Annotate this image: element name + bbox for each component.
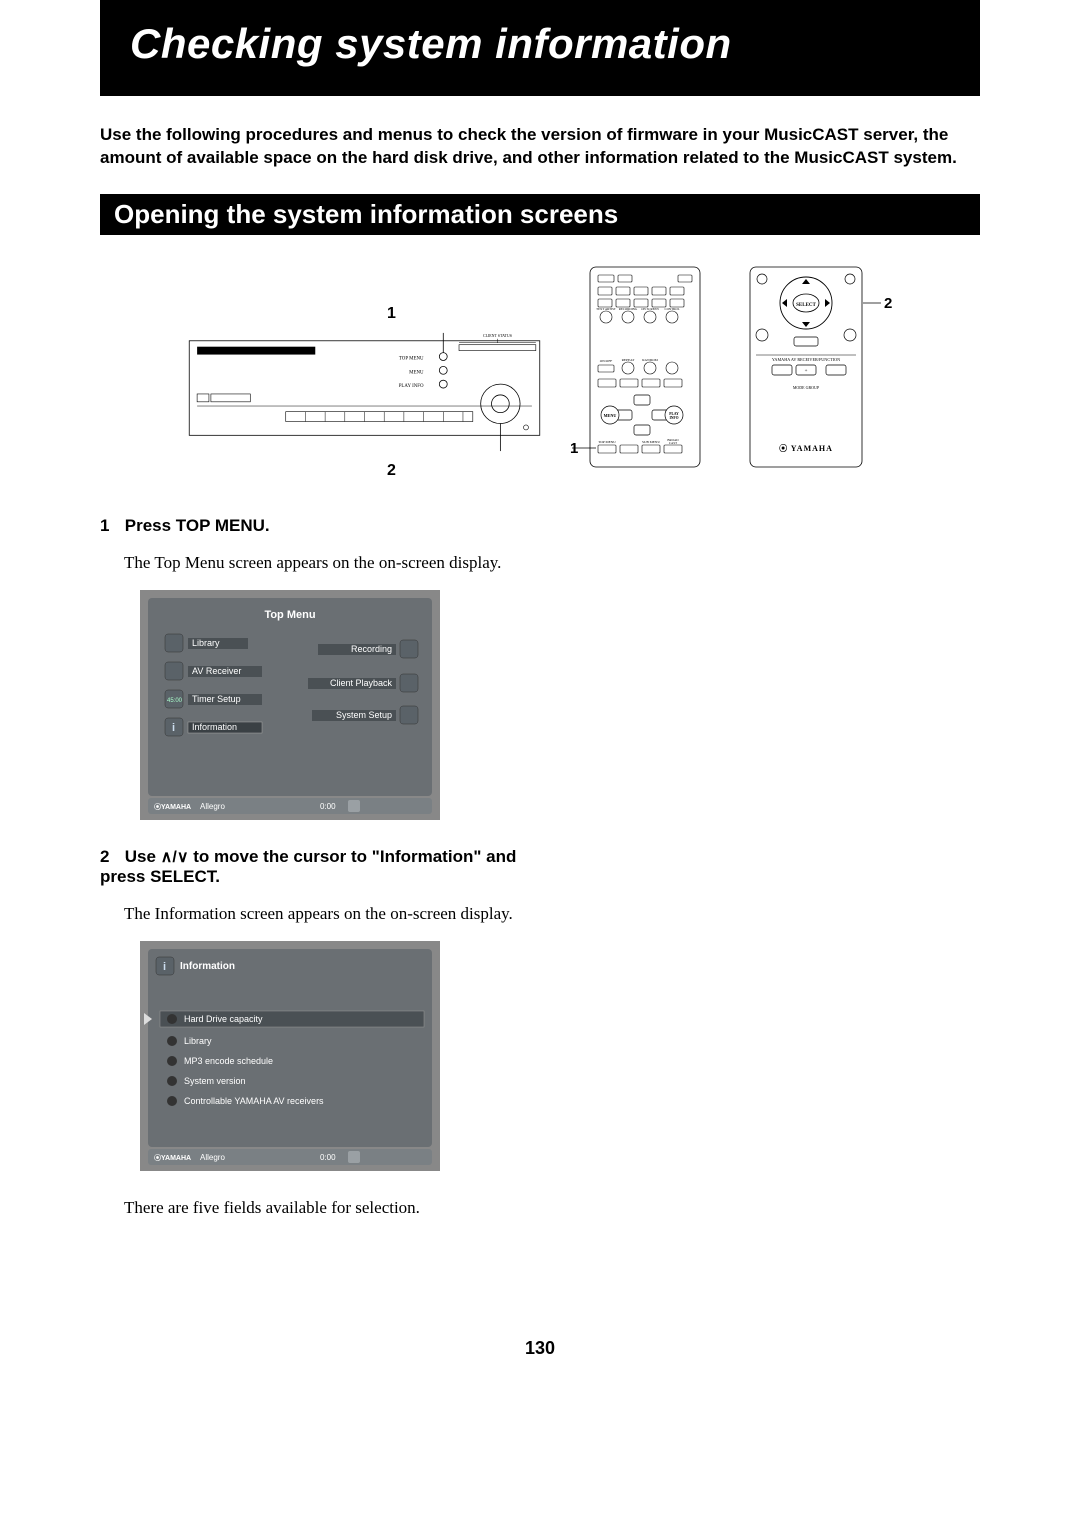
- svg-text:+: +: [805, 369, 808, 374]
- svg-text:Hard Drive capacity: Hard Drive capacity: [184, 1014, 263, 1024]
- svg-text:TEXT ARTIST: TEXT ARTIST: [596, 307, 616, 311]
- svg-text:Controllable YAMAHA AV receive: Controllable YAMAHA AV receivers: [184, 1096, 324, 1106]
- section-heading: Opening the system information screens: [100, 194, 980, 235]
- svg-text:Allegro: Allegro: [200, 1153, 225, 1162]
- svg-text:REPEAT: REPEAT: [622, 358, 636, 362]
- svg-text:Recording: Recording: [351, 644, 392, 654]
- remote2-svg: SELECT YAMAHA AV RECEIVER/FUNCTION + MOD…: [748, 265, 893, 475]
- intro-paragraph: Use the following procedures and menus t…: [100, 124, 980, 170]
- svg-text:MP3 encode schedule: MP3 encode schedule: [184, 1056, 273, 1066]
- svg-text:CLIENT STATUS: CLIENT STATUS: [483, 333, 512, 338]
- step-2-body: The Information screen appears on the on…: [124, 904, 980, 924]
- svg-text:⦿YAMAHA: ⦿YAMAHA: [154, 802, 191, 811]
- svg-text:AV Receiver: AV Receiver: [192, 666, 241, 676]
- svg-text:Allegro: Allegro: [200, 802, 225, 811]
- unit-svg: TOP MENU MENU PLAY INFO: [187, 327, 542, 455]
- server-unit-diagram: 1 TOP MENU MENU PLAY INFO: [187, 311, 542, 480]
- svg-text:CONTROL: CONTROL: [664, 307, 679, 311]
- svg-text:TOP MENU: TOP MENU: [598, 440, 616, 444]
- step-2-extra: There are five fields available for sele…: [124, 1198, 980, 1218]
- svg-text:CAST: CAST: [669, 441, 677, 445]
- svg-text:MODE GROUP: MODE GROUP: [793, 385, 820, 390]
- svg-text:MENU: MENU: [409, 370, 424, 375]
- page-title: Checking system information: [130, 20, 950, 68]
- svg-text:RECORDING: RECORDING: [619, 307, 638, 311]
- svg-text:2: 2: [884, 295, 892, 312]
- svg-text:YAMAHA AV RECEIVER/FUNCTION: YAMAHA AV RECEIVER/FUNCTION: [772, 357, 840, 362]
- step-1-heading: Press TOP MENU.: [125, 516, 270, 535]
- page-title-bar: Checking system information: [100, 0, 980, 96]
- svg-text:ON/OFF: ON/OFF: [600, 359, 613, 363]
- svg-text:0:00: 0:00: [320, 802, 336, 811]
- step-1: 1 Press TOP MENU. The Top Menu screen ap…: [100, 516, 980, 825]
- svg-text:i: i: [163, 961, 166, 973]
- svg-text:SUB MENU: SUB MENU: [642, 440, 660, 444]
- svg-text:Library: Library: [192, 638, 220, 648]
- svg-text:MENU: MENU: [604, 413, 617, 418]
- svg-text:1: 1: [570, 440, 578, 457]
- information-screenshot: i Information Hard Drive capacity Librar…: [140, 941, 980, 1176]
- top-menu-screenshot: Top Menu Library AV Receiver 45:00 Timer…: [140, 590, 980, 825]
- page-number: 130: [100, 1338, 980, 1359]
- svg-text:⦿ YAMAHA: ⦿ YAMAHA: [779, 443, 833, 453]
- svg-text:Top Menu: Top Menu: [264, 609, 315, 621]
- remote-1-diagram: TEXT ARTIST RECORDING ON SCREEN CONTROL …: [570, 265, 720, 480]
- svg-text:0:00: 0:00: [320, 1153, 336, 1162]
- svg-text:System version: System version: [184, 1076, 246, 1086]
- svg-text:45:00: 45:00: [167, 698, 183, 704]
- svg-text:PLAY INFO: PLAY INFO: [399, 384, 424, 389]
- svg-text:Client Playback: Client Playback: [330, 678, 393, 688]
- step-2-number: 2: [100, 847, 120, 867]
- up-down-icon: ∧/∨: [161, 849, 189, 866]
- svg-text:Timer Setup: Timer Setup: [192, 694, 241, 704]
- callout-2: 2: [387, 462, 542, 480]
- svg-text:RANDOM: RANDOM: [642, 358, 658, 362]
- callout-1: 1: [387, 305, 396, 323]
- step-1-body: The Top Menu screen appears on the on-sc…: [124, 553, 980, 573]
- svg-text:TOP MENU: TOP MENU: [399, 356, 424, 361]
- remote-2-diagram: SELECT YAMAHA AV RECEIVER/FUNCTION + MOD…: [748, 265, 893, 480]
- svg-text:System Setup: System Setup: [336, 710, 392, 720]
- step-2: 2 Use ∧/∨ to move the cursor to "Informa…: [100, 847, 980, 1218]
- svg-text:Information: Information: [192, 722, 237, 732]
- svg-text:⦿YAMAHA: ⦿YAMAHA: [154, 1153, 191, 1162]
- steps: 1 Press TOP MENU. The Top Menu screen ap…: [100, 516, 980, 1218]
- step-2-heading-prefix: Use: [125, 847, 161, 866]
- svg-text:INFO: INFO: [670, 416, 679, 420]
- diagram-row: 1 TOP MENU MENU PLAY INFO: [100, 265, 980, 480]
- remote1-svg: TEXT ARTIST RECORDING ON SCREEN CONTROL …: [570, 265, 720, 475]
- svg-text:SELECT: SELECT: [796, 303, 816, 308]
- svg-text:ON SCREEN: ON SCREEN: [641, 307, 659, 311]
- svg-text:i: i: [172, 722, 175, 734]
- svg-text:Information: Information: [180, 961, 235, 972]
- step-1-number: 1: [100, 516, 120, 536]
- svg-text:Library: Library: [184, 1036, 212, 1046]
